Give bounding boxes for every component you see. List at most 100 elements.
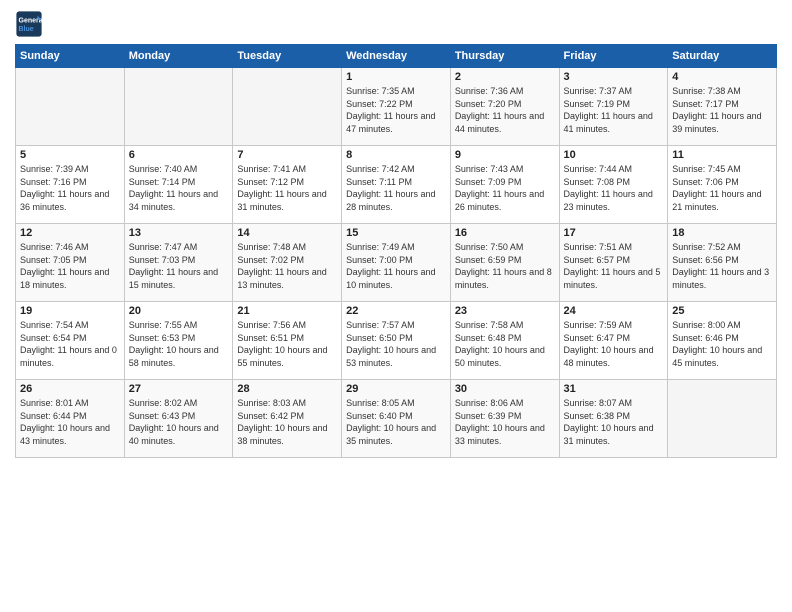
day-info: Sunrise: 8:03 AM Sunset: 6:42 PM Dayligh…: [237, 397, 337, 447]
day-number: 2: [455, 71, 555, 83]
day-number: 3: [564, 71, 664, 83]
calendar-cell: 20 Sunrise: 7:55 AM Sunset: 6:53 PM Dayli…: [124, 302, 233, 380]
calendar-cell: 28 Sunrise: 8:03 AM Sunset: 6:42 PM Dayli…: [233, 380, 342, 458]
header-day-sunday: Sunday: [16, 45, 125, 68]
week-row-5: 26 Sunrise: 8:01 AM Sunset: 6:44 PM Dayli…: [16, 380, 777, 458]
day-number: 9: [455, 149, 555, 161]
day-number: 22: [346, 305, 446, 317]
day-number: 17: [564, 227, 664, 239]
calendar-cell: 11 Sunrise: 7:45 AM Sunset: 7:06 PM Dayli…: [668, 146, 777, 224]
header-day-monday: Monday: [124, 45, 233, 68]
calendar-cell: 1Sunrise: 7:35 AM Sunset: 7:22 PM Daylig…: [342, 68, 451, 146]
calendar-cell: 16 Sunrise: 7:50 AM Sunset: 6:59 PM Dayli…: [450, 224, 559, 302]
day-number: 30: [455, 383, 555, 395]
day-number: 26: [20, 383, 120, 395]
day-info: Sunrise: 7:45 AM Sunset: 7:06 PM Dayligh…: [672, 163, 772, 213]
calendar-cell: 24 Sunrise: 7:59 AM Sunset: 6:47 PM Dayli…: [559, 302, 668, 380]
day-info: Sunrise: 8:05 AM Sunset: 6:40 PM Dayligh…: [346, 397, 446, 447]
calendar-cell: 10 Sunrise: 7:44 AM Sunset: 7:08 PM Dayli…: [559, 146, 668, 224]
day-info: Sunrise: 7:44 AM Sunset: 7:08 PM Dayligh…: [564, 163, 664, 213]
day-info: Sunrise: 7:47 AM Sunset: 7:03 PM Dayligh…: [129, 241, 229, 291]
day-number: 29: [346, 383, 446, 395]
day-info: Sunrise: 7:38 AM Sunset: 7:17 PM Dayligh…: [672, 85, 772, 135]
logo-icon: General Blue: [15, 10, 43, 38]
day-number: 23: [455, 305, 555, 317]
day-info: Sunrise: 7:35 AM Sunset: 7:22 PM Dayligh…: [346, 85, 446, 135]
calendar-cell: [124, 68, 233, 146]
day-number: 20: [129, 305, 229, 317]
day-info: Sunrise: 7:39 AM Sunset: 7:16 PM Dayligh…: [20, 163, 120, 213]
day-info: Sunrise: 7:36 AM Sunset: 7:20 PM Dayligh…: [455, 85, 555, 135]
calendar-cell: 23 Sunrise: 7:58 AM Sunset: 6:48 PM Dayli…: [450, 302, 559, 380]
day-number: 10: [564, 149, 664, 161]
calendar-table: SundayMondayTuesdayWednesdayThursdayFrid…: [15, 44, 777, 458]
calendar-cell: 8Sunrise: 7:42 AM Sunset: 7:11 PM Daylig…: [342, 146, 451, 224]
calendar-cell: 14 Sunrise: 7:48 AM Sunset: 7:02 PM Dayli…: [233, 224, 342, 302]
calendar-cell: 22 Sunrise: 7:57 AM Sunset: 6:50 PM Dayli…: [342, 302, 451, 380]
calendar-header: General Blue: [15, 10, 777, 38]
header-day-friday: Friday: [559, 45, 668, 68]
day-number: 27: [129, 383, 229, 395]
day-info: Sunrise: 8:02 AM Sunset: 6:43 PM Dayligh…: [129, 397, 229, 447]
calendar-cell: [668, 380, 777, 458]
calendar-cell: [16, 68, 125, 146]
day-number: 12: [20, 227, 120, 239]
calendar-cell: 30 Sunrise: 8:06 AM Sunset: 6:39 PM Dayli…: [450, 380, 559, 458]
day-info: Sunrise: 8:06 AM Sunset: 6:39 PM Dayligh…: [455, 397, 555, 447]
day-info: Sunrise: 7:58 AM Sunset: 6:48 PM Dayligh…: [455, 319, 555, 369]
day-number: 4: [672, 71, 772, 83]
calendar-cell: [233, 68, 342, 146]
calendar-cell: 25Sunrise: 8:00 AM Sunset: 6:46 PM Dayli…: [668, 302, 777, 380]
calendar-cell: 21Sunrise: 7:56 AM Sunset: 6:51 PM Dayli…: [233, 302, 342, 380]
day-number: 11: [672, 149, 772, 161]
header-day-thursday: Thursday: [450, 45, 559, 68]
day-number: 16: [455, 227, 555, 239]
day-number: 25: [672, 305, 772, 317]
week-row-2: 5Sunrise: 7:39 AM Sunset: 7:16 PM Daylig…: [16, 146, 777, 224]
logo: General Blue: [15, 10, 47, 38]
day-number: 8: [346, 149, 446, 161]
day-number: 28: [237, 383, 337, 395]
day-number: 15: [346, 227, 446, 239]
day-number: 14: [237, 227, 337, 239]
day-info: Sunrise: 7:59 AM Sunset: 6:47 PM Dayligh…: [564, 319, 664, 369]
calendar-cell: 5Sunrise: 7:39 AM Sunset: 7:16 PM Daylig…: [16, 146, 125, 224]
day-info: Sunrise: 7:46 AM Sunset: 7:05 PM Dayligh…: [20, 241, 120, 291]
day-number: 6: [129, 149, 229, 161]
day-info: Sunrise: 7:48 AM Sunset: 7:02 PM Dayligh…: [237, 241, 337, 291]
day-info: Sunrise: 7:37 AM Sunset: 7:19 PM Dayligh…: [564, 85, 664, 135]
day-number: 18: [672, 227, 772, 239]
day-info: Sunrise: 7:52 AM Sunset: 6:56 PM Dayligh…: [672, 241, 772, 291]
day-info: Sunrise: 7:54 AM Sunset: 6:54 PM Dayligh…: [20, 319, 120, 369]
header-day-wednesday: Wednesday: [342, 45, 451, 68]
day-info: Sunrise: 7:50 AM Sunset: 6:59 PM Dayligh…: [455, 241, 555, 291]
calendar-container: General Blue SundayMondayTuesdayWednesda…: [0, 0, 792, 612]
calendar-cell: 6Sunrise: 7:40 AM Sunset: 7:14 PM Daylig…: [124, 146, 233, 224]
header-row: SundayMondayTuesdayWednesdayThursdayFrid…: [16, 45, 777, 68]
header-day-tuesday: Tuesday: [233, 45, 342, 68]
svg-text:Blue: Blue: [19, 26, 34, 33]
day-info: Sunrise: 8:01 AM Sunset: 6:44 PM Dayligh…: [20, 397, 120, 447]
day-info: Sunrise: 7:49 AM Sunset: 7:00 PM Dayligh…: [346, 241, 446, 291]
calendar-cell: 9 Sunrise: 7:43 AM Sunset: 7:09 PM Daylig…: [450, 146, 559, 224]
calendar-cell: 12 Sunrise: 7:46 AM Sunset: 7:05 PM Dayli…: [16, 224, 125, 302]
day-number: 24: [564, 305, 664, 317]
calendar-cell: 19Sunrise: 7:54 AM Sunset: 6:54 PM Dayli…: [16, 302, 125, 380]
day-info: Sunrise: 7:43 AM Sunset: 7:09 PM Dayligh…: [455, 163, 555, 213]
calendar-cell: 31Sunrise: 8:07 AM Sunset: 6:38 PM Dayli…: [559, 380, 668, 458]
day-info: Sunrise: 7:41 AM Sunset: 7:12 PM Dayligh…: [237, 163, 337, 213]
calendar-cell: 17 Sunrise: 7:51 AM Sunset: 6:57 PM Dayli…: [559, 224, 668, 302]
header-day-saturday: Saturday: [668, 45, 777, 68]
day-info: Sunrise: 7:57 AM Sunset: 6:50 PM Dayligh…: [346, 319, 446, 369]
day-info: Sunrise: 7:51 AM Sunset: 6:57 PM Dayligh…: [564, 241, 664, 291]
day-info: Sunrise: 7:56 AM Sunset: 6:51 PM Dayligh…: [237, 319, 337, 369]
day-number: 7: [237, 149, 337, 161]
day-number: 13: [129, 227, 229, 239]
week-row-1: 1Sunrise: 7:35 AM Sunset: 7:22 PM Daylig…: [16, 68, 777, 146]
calendar-cell: 26 Sunrise: 8:01 AM Sunset: 6:44 PM Dayli…: [16, 380, 125, 458]
day-info: Sunrise: 7:55 AM Sunset: 6:53 PM Dayligh…: [129, 319, 229, 369]
calendar-cell: 15 Sunrise: 7:49 AM Sunset: 7:00 PM Dayli…: [342, 224, 451, 302]
calendar-cell: 7 Sunrise: 7:41 AM Sunset: 7:12 PM Daylig…: [233, 146, 342, 224]
week-row-4: 19Sunrise: 7:54 AM Sunset: 6:54 PM Dayli…: [16, 302, 777, 380]
calendar-cell: 29 Sunrise: 8:05 AM Sunset: 6:40 PM Dayli…: [342, 380, 451, 458]
